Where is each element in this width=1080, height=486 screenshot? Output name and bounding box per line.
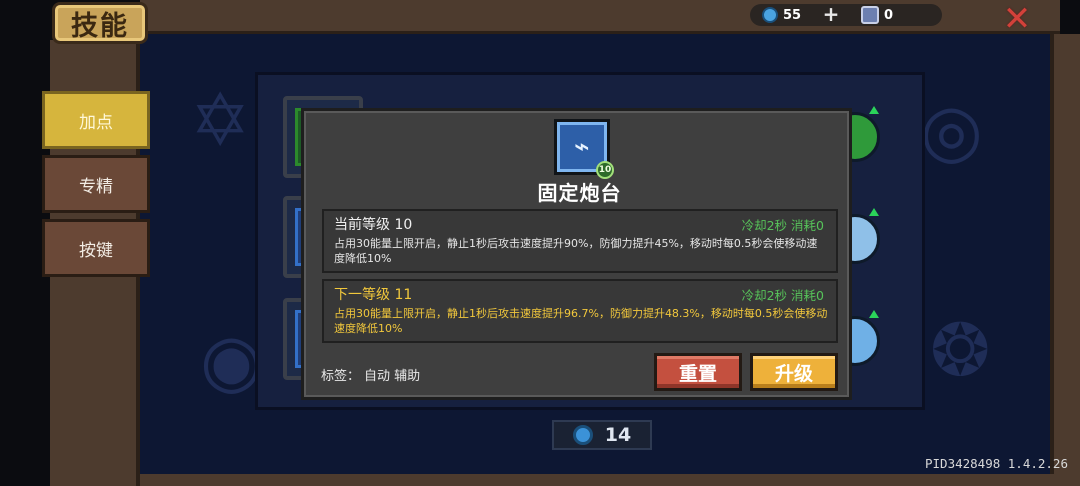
- gem-counter: 55: [762, 4, 801, 26]
- next-level-cost: 冷却2秒 消耗0: [741, 288, 824, 303]
- next-level-title: 下一等级 11: [334, 287, 413, 303]
- tab-label: 按键: [79, 240, 113, 261]
- tab-mastery[interactable]: 专精: [42, 155, 150, 213]
- tab-keybind[interactable]: 按键: [42, 219, 150, 277]
- current-level-panel: 当前等级 10 冷却2秒 消耗0 占用30能量上限开启，静止1秒后攻击速度提升9…: [322, 209, 838, 273]
- turret-glyph-icon: ⌁: [574, 132, 590, 162]
- skill-point-icon: [572, 425, 593, 445]
- page-title-text: 技能: [71, 10, 129, 42]
- material-count: 0: [884, 7, 894, 23]
- material-counter: 0: [861, 4, 893, 26]
- skill-tags: 自动 辅助: [364, 369, 421, 384]
- decorative-swirl-rune: ◎: [920, 88, 983, 172]
- upgrade-arrow-icon: [869, 106, 879, 114]
- current-level-cost: 冷却2秒 消耗0: [741, 218, 824, 233]
- tags-label: 标签：: [321, 369, 361, 384]
- close-button[interactable]: ✕: [1000, 2, 1034, 36]
- decorative-star-rune: ✡: [190, 78, 251, 162]
- current-level-description: 占用30能量上限开启，静止1秒后攻击速度提升90%，防御力提升45%，移动时每0…: [334, 237, 818, 265]
- upgrade-arrow-icon: [869, 208, 879, 216]
- version-label: PID3428498 1.4.2.26: [925, 456, 1068, 471]
- skill-points-value: 14: [604, 424, 632, 446]
- current-level-title: 当前等级 10: [334, 217, 413, 233]
- material-icon: [861, 6, 879, 24]
- reset-button[interactable]: 重置: [654, 353, 742, 391]
- tab-label: 加点: [79, 112, 113, 133]
- next-level-panel: 下一等级 11 冷却2秒 消耗0 占用30能量上限开启，静止1秒后攻击速度提升9…: [322, 279, 838, 343]
- right-frame: [1050, 34, 1080, 486]
- tab-label: 专精: [79, 176, 113, 197]
- upgrade-button-label: 升级: [774, 362, 813, 385]
- decorative-spiral-rune: ❂: [930, 308, 991, 392]
- gem-count: 55: [783, 7, 802, 23]
- upgrade-button[interactable]: 升级: [750, 353, 838, 391]
- add-gems-button[interactable]: +: [820, 3, 842, 25]
- skill-name: 固定炮台: [537, 181, 622, 205]
- skill-points-counter: 14: [552, 420, 652, 450]
- decorative-circle-rune: ◉: [200, 318, 263, 402]
- next-level-description: 占用30能量上限开启，静止1秒后攻击速度提升96.7%，防御力提升48.3%，移…: [334, 307, 828, 335]
- bottom-frame: [140, 474, 1080, 486]
- tab-add-points[interactable]: 加点: [42, 91, 150, 149]
- gem-icon: [762, 7, 778, 23]
- page-title: 技能: [52, 2, 148, 44]
- upgrade-arrow-icon: [869, 310, 879, 318]
- skill-detail-popup: ⌁ 10 固定炮台 当前等级 10 冷却2秒 消耗0 占用30能量上限开启，静止…: [301, 108, 852, 400]
- reset-button-label: 重置: [678, 362, 717, 385]
